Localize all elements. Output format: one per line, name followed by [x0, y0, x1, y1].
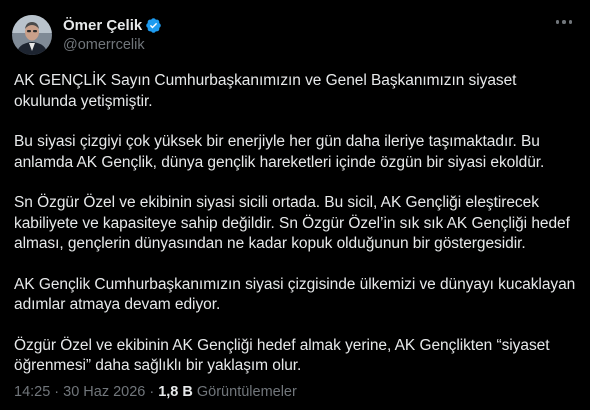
tweet-card: Ömer Çelik @omerrcelik AK GENÇLİK Sayın … — [0, 0, 590, 410]
tweet-header: Ömer Çelik @omerrcelik — [12, 12, 576, 58]
more-dot — [562, 20, 566, 24]
avatar[interactable] — [12, 15, 52, 55]
meta-separator: · — [54, 384, 60, 400]
more-dot — [555, 20, 559, 24]
tweet-paragraph: AK Gençlik Cumhurbaşkanımızın siyasi çiz… — [14, 275, 576, 314]
author-info: Ömer Çelik @omerrcelik — [63, 16, 162, 55]
tweet-paragraph: Özgür Özel ve ekibinin AK Gençliği hedef… — [14, 336, 550, 375]
handle[interactable]: @omerrcelik — [63, 36, 162, 55]
tweet-date[interactable]: 30 Haz 2026 — [63, 382, 145, 402]
tweet-time[interactable]: 14:25 — [14, 382, 50, 402]
tweet-paragraph: AK GENÇLİK Sayın Cumhurbaşkanımızın ve G… — [14, 72, 517, 110]
display-name[interactable]: Ömer Çelik — [63, 16, 142, 35]
verified-badge-icon[interactable] — [145, 17, 162, 34]
more-options-icon[interactable] — [555, 20, 572, 24]
tweet-paragraph: Sn Özgür Özel ve ekibinin siyasi sicili … — [14, 194, 570, 252]
meta-separator: · — [149, 384, 155, 400]
views-label[interactable]: Görüntülemeler — [197, 382, 297, 402]
tweet-text: AK GENÇLİK Sayın Cumhurbaşkanımızın ve G… — [14, 71, 576, 377]
name-row: Ömer Çelik — [63, 16, 162, 35]
tweet-meta: 14:25 · 30 Haz 2026 · 1,8 B Görüntülemel… — [14, 382, 297, 402]
views-count[interactable]: 1,8 B — [158, 382, 193, 402]
more-dot — [568, 20, 572, 24]
tweet-paragraph: Bu siyasi çizgiyi çok yüksek bir enerjiy… — [14, 133, 545, 171]
